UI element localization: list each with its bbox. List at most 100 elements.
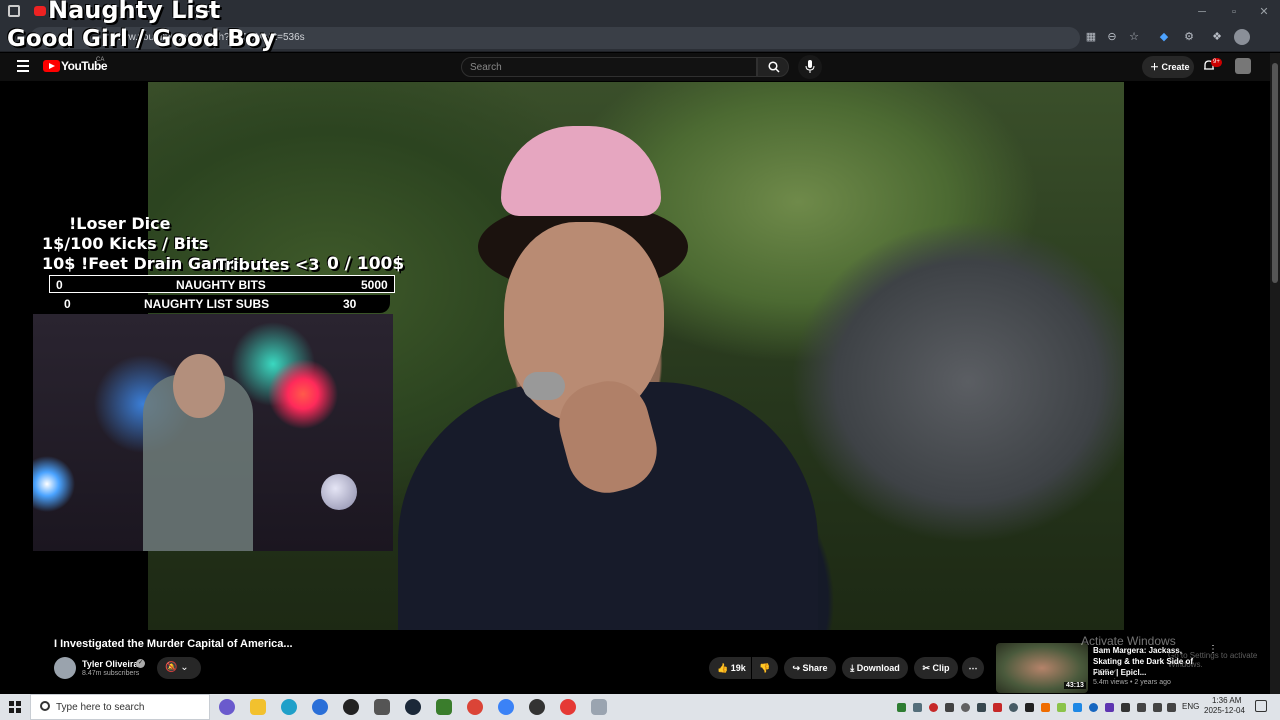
app-available-icon[interactable]: ▦	[1084, 30, 1098, 44]
tributes-progress: 0 / 100$	[327, 254, 405, 274]
clock-time[interactable]: 1:36 AM	[1212, 696, 1241, 705]
voice-search-button[interactable]	[798, 55, 822, 79]
search-icon	[768, 61, 780, 73]
zoom-icon[interactable]: ⊖	[1105, 30, 1119, 44]
naughty-subs-goal-bar: 0 NAUGHTY LIST SUBS 30	[36, 295, 390, 313]
app-icon-gray[interactable]	[591, 699, 607, 715]
webcam-ball	[321, 474, 357, 510]
microphone-icon	[805, 60, 815, 73]
app-icon-blue[interactable]	[312, 699, 328, 715]
subscription-notification-button[interactable]: 🔕 ⌄	[157, 657, 201, 679]
recorder-icon[interactable]	[560, 699, 576, 715]
bits-goal-label: NAUGHTY BITS	[176, 278, 266, 292]
share-label: Share	[802, 663, 828, 673]
recommended-meta: 5.4m views • 2 years ago	[1093, 679, 1171, 686]
tray-icon-5[interactable]	[961, 703, 970, 712]
scissors-icon: ✂	[922, 663, 931, 673]
more-actions-button[interactable]: ⋯	[962, 657, 984, 679]
volume-icon[interactable]	[1167, 703, 1176, 712]
command-feet-drain: 10$ !Feet Drain Game	[42, 254, 240, 273]
create-button[interactable]: ＋ Create	[1142, 56, 1194, 78]
recommended-channel: VICE ✓	[1093, 669, 1118, 676]
command-loser-dice: !Loser Dice	[69, 214, 171, 233]
browser-window-icon	[8, 5, 20, 17]
youtube-favicon-icon[interactable]	[34, 6, 46, 16]
bell-muted-icon: 🔕	[165, 662, 178, 673]
search-button[interactable]	[757, 57, 789, 77]
download-button[interactable]: ⤓ Download	[842, 657, 908, 679]
tray-icon-6[interactable]	[977, 703, 986, 712]
tray-icon-7[interactable]	[993, 703, 1002, 712]
notification-badge: 9+	[1211, 58, 1222, 67]
webcam-overlay	[33, 314, 393, 551]
tray-icon-11[interactable]	[1057, 703, 1066, 712]
obs-icon[interactable]	[343, 699, 359, 715]
clip-label: Clip	[932, 663, 950, 673]
tributes-label: Tributes <3	[216, 255, 320, 274]
youtube-logo-icon[interactable]	[43, 60, 60, 72]
overlay-title: Naughty List	[48, 0, 221, 24]
tray-icon-4[interactable]	[945, 703, 954, 712]
channel-name[interactable]: Tyler Oliveira	[82, 659, 138, 669]
recommended-duration: 43:13	[1064, 682, 1086, 689]
search-icon	[40, 701, 50, 711]
tray-icon-2[interactable]	[913, 703, 922, 712]
network-icon[interactable]	[1137, 703, 1146, 712]
browser-settings-icon[interactable]: ⚙	[1182, 30, 1196, 44]
share-arrow-icon: ↪	[792, 663, 800, 673]
minimize-icon[interactable]: ─	[1194, 4, 1210, 20]
steam-icon[interactable]	[405, 699, 421, 715]
app-icon-blue-2[interactable]	[498, 699, 514, 715]
tray-icon-3[interactable]	[929, 703, 938, 712]
collections-icon[interactable]: ❖	[1210, 30, 1224, 44]
file-explorer-icon[interactable]	[250, 699, 266, 715]
thumbs-down-icon: 👎	[759, 663, 771, 673]
hamburger-menu-icon[interactable]	[17, 60, 29, 72]
clock-date[interactable]: 2025-12-04	[1204, 706, 1245, 715]
tray-icon-9[interactable]	[1025, 703, 1034, 712]
taskbar-search-placeholder: Type here to search	[56, 702, 145, 713]
tray-icon-1[interactable]	[897, 703, 906, 712]
page-scrollbar[interactable]	[1270, 53, 1280, 694]
like-button[interactable]: 👍 19k	[709, 657, 751, 679]
language-indicator[interactable]: ENG	[1182, 702, 1199, 711]
copilot-icon[interactable]	[219, 699, 235, 715]
download-icon: ⤓	[850, 663, 855, 673]
favorite-star-icon[interactable]: ☆	[1127, 30, 1141, 44]
maximize-icon[interactable]: ▫	[1226, 4, 1242, 20]
subs-goal-label: NAUGHTY LIST SUBS	[144, 297, 270, 311]
windows-start-icon[interactable]	[9, 701, 21, 713]
notification-center-icon[interactable]	[1255, 700, 1267, 712]
verified-check-icon: ✓	[1111, 669, 1118, 676]
edge-browser-icon[interactable]	[281, 699, 297, 715]
clip-button[interactable]: ✂ Clip	[914, 657, 958, 679]
scrollbar-thumb[interactable]	[1272, 63, 1278, 283]
tray-icon-12[interactable]	[1073, 703, 1082, 712]
browser-profile-avatar[interactable]	[1234, 29, 1250, 45]
download-label: Download	[856, 663, 900, 673]
tray-icon-13[interactable]	[1089, 703, 1098, 712]
dislike-button[interactable]: 👎	[752, 657, 778, 679]
wifi-icon[interactable]	[1153, 703, 1162, 712]
taskbar-search[interactable]: Type here to search	[30, 694, 210, 720]
tray-icon-14[interactable]	[1105, 703, 1114, 712]
share-button[interactable]: ↪ Share	[784, 657, 836, 679]
search-input[interactable]	[461, 57, 757, 77]
chrome-icon[interactable]	[467, 699, 483, 715]
settings-gear-icon[interactable]	[374, 699, 390, 715]
account-avatar[interactable]	[1235, 58, 1251, 74]
video-subject-cap	[501, 126, 661, 216]
bits-goal-current: 0	[56, 278, 63, 292]
tray-icon-15[interactable]	[1121, 703, 1130, 712]
bits-goal-target: 5000	[361, 278, 388, 292]
chevron-down-icon: ⌄	[180, 662, 189, 673]
close-icon[interactable]: ✕	[1256, 4, 1272, 20]
extension-icon[interactable]: ◆	[1157, 30, 1171, 44]
subs-goal-target: 30	[343, 297, 357, 311]
lapel-microphone	[523, 372, 565, 400]
app-icon-dark[interactable]	[529, 699, 545, 715]
channel-avatar[interactable]	[54, 657, 76, 679]
tray-icon-10[interactable]	[1041, 703, 1050, 712]
app-icon-green[interactable]	[436, 699, 452, 715]
tray-icon-8[interactable]	[1009, 703, 1018, 712]
